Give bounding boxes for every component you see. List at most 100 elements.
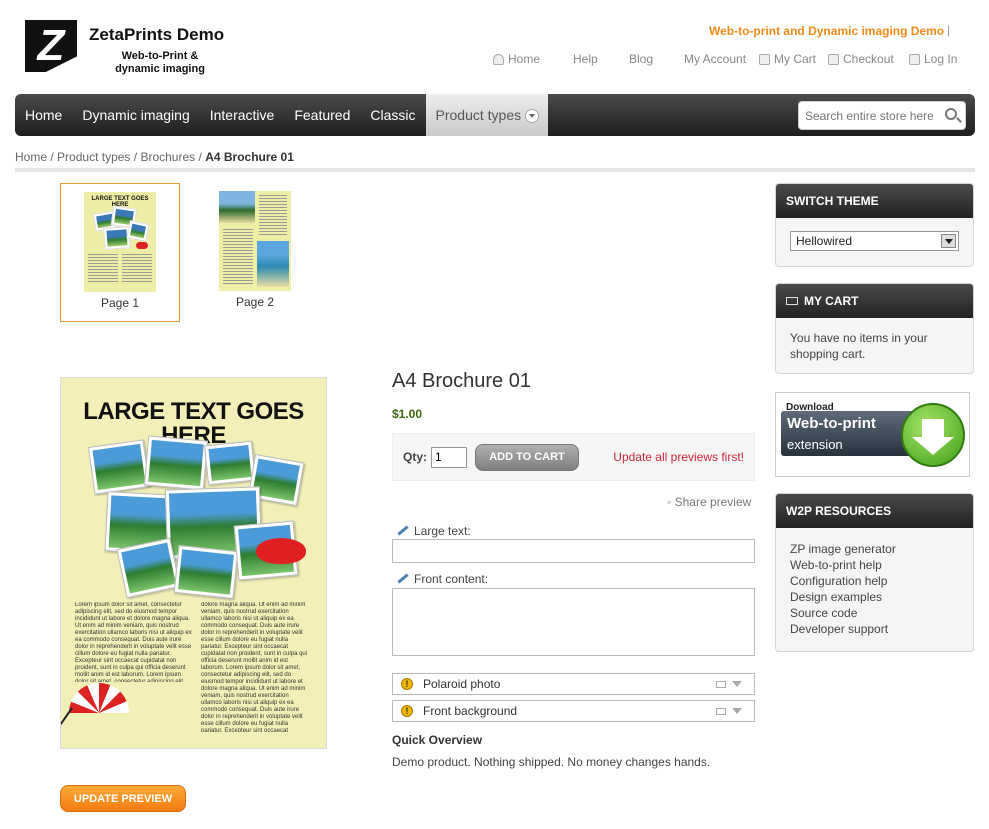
front-content-textarea[interactable] — [392, 588, 755, 656]
top-link-account[interactable]: My Account — [684, 52, 746, 66]
brand-name[interactable]: ZetaPrints Demo — [89, 25, 224, 45]
quick-overview-text: Demo product. Nothing shipped. No money … — [392, 755, 711, 769]
top-link-cart-label: My Cart — [774, 52, 816, 66]
warning-icon: ! — [401, 678, 413, 690]
resource-web-to-print-help[interactable]: Web-to-print help — [790, 557, 959, 573]
promo-separator: | — [947, 23, 951, 37]
update-preview-button[interactable]: UPDATE PREVIEW — [60, 785, 186, 812]
brand-tagline: Web-to-Print & dynamic imaging — [105, 50, 215, 76]
breadcrumb-product-types[interactable]: Product types — [57, 150, 130, 164]
top-link-help-label: Help — [573, 52, 598, 66]
page-thumb-1[interactable]: LARGE TEXT GOES HERE Page 1 — [60, 183, 180, 322]
top-link-cart[interactable]: My Cart — [759, 52, 816, 66]
page-2-image — [219, 191, 291, 291]
search-icon[interactable] — [945, 108, 957, 120]
arrow-head — [912, 437, 954, 476]
top-link-checkout-label: Checkout — [843, 52, 894, 66]
arrow-shaft — [922, 419, 944, 437]
tagline-line1: Web-to-Print & — [121, 50, 199, 62]
add-to-cart-box: Qty: ADD TO CART Update all previews fir… — [392, 433, 755, 481]
mini-cart-title: MY CART — [804, 294, 859, 308]
chevron-down-icon — [732, 681, 742, 692]
mini-cart-text: You have no items in your shopping cart. — [790, 331, 928, 361]
top-link-home[interactable]: Home — [493, 52, 540, 66]
large-text-input[interactable] — [392, 539, 755, 563]
top-link-help[interactable]: Help — [573, 52, 598, 66]
page-2-label: Page 2 — [235, 295, 275, 309]
breadcrumb-separator: / — [50, 150, 54, 164]
image-field-polaroid-label: Polaroid photo — [423, 677, 501, 691]
search-box — [798, 101, 966, 130]
nav-featured[interactable]: Featured — [284, 94, 360, 136]
theme-select[interactable]: Hellowired — [790, 231, 959, 251]
expand-icons — [716, 703, 742, 719]
share-preview-link[interactable]: ◦ Share preview — [667, 495, 751, 509]
front-content-label-text: Front content: — [414, 572, 489, 586]
pencil-icon — [397, 525, 409, 536]
page-1-label: Page 1 — [100, 296, 140, 310]
breadcrumb-home[interactable]: Home — [15, 150, 47, 164]
switch-theme-title: SWITCH THEME — [776, 184, 973, 218]
image-field-front-background-label: Front background — [423, 704, 518, 718]
top-link-login-label: Log In — [924, 52, 958, 66]
top-link-account-label: My Account — [684, 52, 747, 66]
download-subtitle: extension — [787, 437, 843, 452]
download-extension-banner[interactable]: Download Web-to-print extension — [775, 392, 970, 477]
page-thumb-2[interactable]: Page 2 — [195, 183, 315, 322]
add-to-cart-button[interactable]: ADD TO CART — [475, 443, 579, 471]
preview-body-right: dolore magna aliqua. Ut enim ad minim ve… — [201, 602, 308, 732]
cart-icon — [786, 297, 798, 305]
qty-input[interactable] — [431, 446, 467, 468]
product-preview-image[interactable]: LARGE TEXT GOES HERE Lorem ipsum dolor s… — [60, 377, 327, 749]
breadcrumb-separator: / — [133, 150, 138, 164]
logo-letter-icon: Z — [37, 21, 65, 70]
resource-developer-support[interactable]: Developer support — [790, 621, 959, 637]
large-text-label-text: Large text: — [414, 524, 471, 538]
nav-home[interactable]: Home — [15, 94, 72, 136]
product-title: A4 Brochure 01 — [392, 370, 531, 392]
tagline-line2: dynamic imaging — [115, 63, 205, 75]
mini-cart-box: MY CART You have no items in your shoppi… — [775, 283, 974, 374]
bullet-icon: ◦ — [667, 495, 675, 509]
top-link-blog[interactable]: Blog — [629, 52, 653, 66]
image-field-polaroid[interactable]: ! Polaroid photo — [392, 673, 755, 695]
chevron-down-icon — [732, 708, 742, 719]
top-link-home-label: Home — [508, 52, 541, 66]
window-icon — [716, 680, 726, 688]
w2p-resources-box: W2P RESOURCES ZP image generator Web-to-… — [775, 493, 974, 652]
theme-select-value: Hellowired — [796, 234, 853, 248]
resource-zp-image-generator[interactable]: ZP image generator — [790, 541, 959, 557]
expand-icons — [716, 676, 742, 692]
promo-link[interactable]: Web-to-print and Dynamic imaging Demo — [709, 24, 944, 38]
divider — [15, 168, 975, 172]
pencil-icon — [397, 573, 409, 584]
image-field-front-background[interactable]: ! Front background — [392, 700, 755, 722]
window-icon — [716, 707, 726, 715]
nav-interactive[interactable]: Interactive — [200, 94, 285, 136]
large-text-label: Large text: — [397, 524, 471, 538]
search-input[interactable] — [805, 108, 933, 123]
breadcrumb: Home / Product types / Brochures / A4 Br… — [15, 150, 294, 164]
chevron-down-icon — [526, 110, 539, 122]
resource-source-code[interactable]: Source code — [790, 605, 959, 621]
warning-icon: ! — [401, 705, 413, 717]
nav-classic[interactable]: Classic — [360, 94, 425, 136]
switch-theme-box: SWITCH THEME Hellowired — [775, 183, 974, 267]
top-link-checkout[interactable]: Checkout — [828, 52, 894, 66]
share-preview-label: Share preview — [674, 495, 752, 509]
chevron-down-icon — [941, 234, 956, 248]
breadcrumb-current: A4 Brochure 01 — [205, 150, 294, 164]
breadcrumb-brochures[interactable]: Brochures — [140, 150, 195, 164]
checkout-cart-icon — [828, 53, 839, 65]
nav-product-types-label: Product types — [435, 107, 522, 123]
top-link-login[interactable]: Log In — [909, 52, 957, 66]
download-title: Web-to-print — [787, 415, 876, 432]
nav-product-types[interactable]: Product types — [425, 94, 549, 136]
resource-design-examples[interactable]: Design examples — [790, 589, 959, 605]
resource-configuration-help[interactable]: Configuration help — [790, 573, 959, 589]
person-icon — [493, 53, 504, 65]
top-link-blog-label: Blog — [629, 52, 654, 66]
qty-label: Qty: — [403, 450, 427, 464]
nav-dynamic-imaging[interactable]: Dynamic imaging — [72, 94, 199, 136]
umbrella-graphic — [69, 683, 129, 713]
